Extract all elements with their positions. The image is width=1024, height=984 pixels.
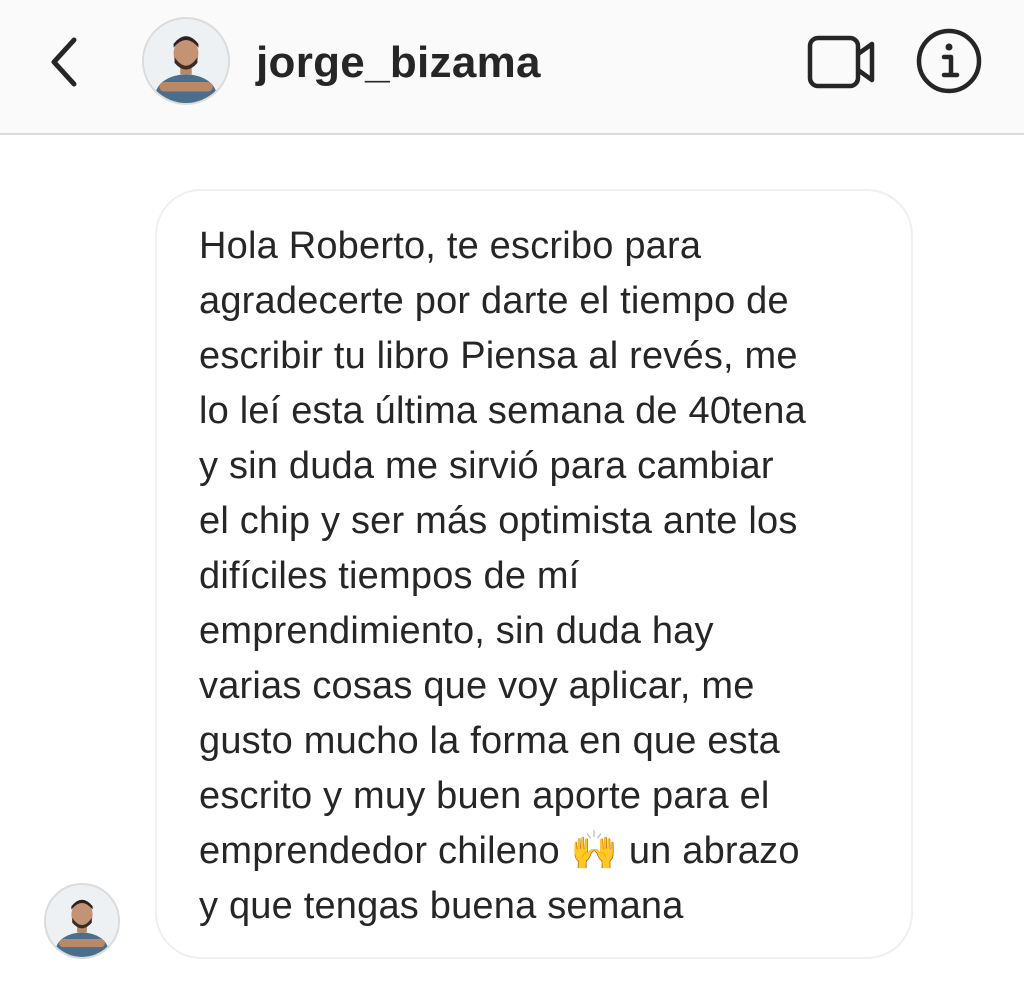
video-call-button[interactable] — [806, 34, 878, 90]
back-button[interactable] — [38, 28, 94, 96]
sender-avatar[interactable] — [44, 883, 120, 959]
chat-header: jorge_bizama — [0, 0, 1024, 135]
message-text: Hola Roberto, te escribo para agradecert… — [199, 225, 806, 927]
video-camera-icon — [807, 35, 875, 89]
username[interactable]: jorge_bizama — [256, 36, 541, 90]
info-button[interactable] — [914, 26, 984, 96]
info-icon — [916, 28, 982, 94]
avatar[interactable] — [142, 17, 230, 105]
chevron-left-icon — [51, 37, 77, 87]
message-bubble[interactable]: Hola Roberto, te escribo para agradecert… — [155, 189, 913, 959]
profile-photo — [46, 885, 118, 957]
profile-photo — [144, 19, 228, 103]
